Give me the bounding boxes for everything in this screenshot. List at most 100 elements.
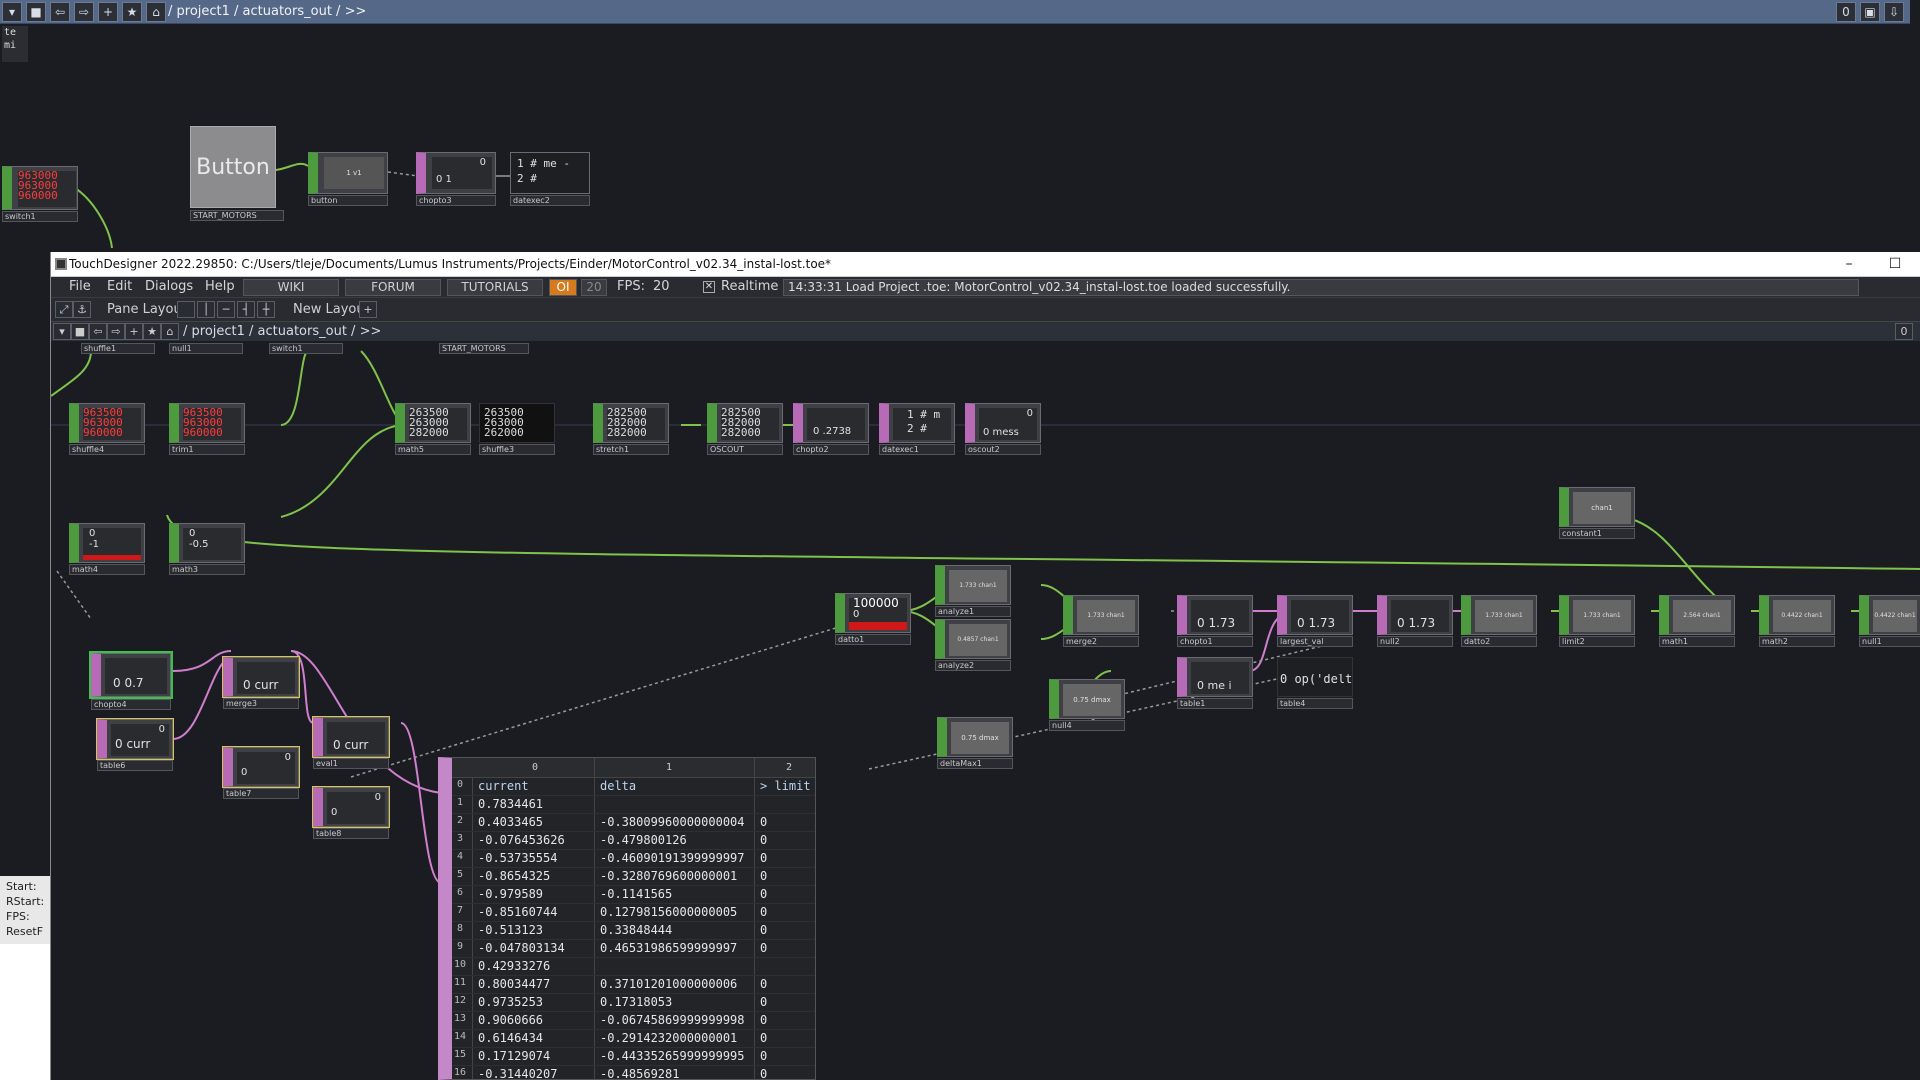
table-row[interactable]: 2 0.4033465 -0.38009960000000004 0 xyxy=(452,814,815,832)
stretch1-label: stretch1 xyxy=(593,444,669,455)
cell-limit: > limit xyxy=(760,779,811,793)
table-row[interactable]: 15 0.17129074 -0.44335265999999995 0 xyxy=(452,1048,815,1066)
layout-split-v-icon[interactable]: │ xyxy=(197,301,215,318)
chopto2-label: chopto2 xyxy=(793,444,869,455)
shuffle1-label: shuffle1 xyxy=(81,343,155,354)
cell-delta: -0.479800126 xyxy=(600,833,687,847)
datto1-label: datto1 xyxy=(835,634,911,645)
tutorials-button[interactable]: TUTORIALS xyxy=(447,279,543,296)
datexec2-label: datexec2 xyxy=(510,195,590,206)
pane-link-icon[interactable]: ⚓ xyxy=(73,301,91,318)
merge2-view: 1.733 chan1 xyxy=(1077,600,1135,632)
cell-current: 0.80034477 xyxy=(478,977,551,991)
cell-delta: 0.17318053 xyxy=(600,995,673,1009)
path-star-icon[interactable]: ★ xyxy=(143,323,161,340)
table-row[interactable]: 0 current delta > limit xyxy=(452,778,815,796)
menu-help[interactable]: Help xyxy=(205,279,235,294)
menu-file[interactable]: File xyxy=(69,279,91,294)
table4-view: 0 op('delt xyxy=(1280,674,1352,690)
switch1-label: switch1 xyxy=(2,211,78,222)
merge2-label: merge2 xyxy=(1063,636,1139,647)
path-home-icon[interactable]: ⌂ xyxy=(161,323,179,340)
table-row[interactable]: 9 -0.047803134 0.46531986599999997 0 xyxy=(452,940,815,958)
cell-delta: -0.44335265999999995 xyxy=(600,1049,745,1063)
cell-delta: -0.46090191399999997 xyxy=(600,851,745,865)
table-row[interactable]: 10 0.42933276 xyxy=(452,958,815,976)
rstart-label: RStart: xyxy=(6,895,45,908)
start-motors-button[interactable]: Button xyxy=(190,126,276,208)
table-row[interactable]: 3 -0.076453626 -0.479800126 0 xyxy=(452,832,815,850)
row-number: 6 xyxy=(456,887,464,898)
pane-bar: ⤢ ⚓ Pane Layout │ ─ ┤ ┼ New Layout + xyxy=(51,297,1920,321)
oscout-label: OSCOUT xyxy=(707,444,783,455)
white-panel xyxy=(0,944,52,1080)
cell-delta: 0.12798156000000005 xyxy=(600,905,738,919)
cell-delta: -0.1141565 xyxy=(600,887,673,901)
table6-label: table6 xyxy=(97,760,173,771)
path-add-icon[interactable]: + xyxy=(125,323,143,340)
cell-delta: -0.48569281 xyxy=(600,1067,680,1080)
chopto3-val: 0 xyxy=(479,157,486,168)
layout-three-icon[interactable]: ┤ xyxy=(237,301,255,318)
network-path-text[interactable]: / project1 / actuators_out / >> xyxy=(183,324,381,339)
eval1-label: eval1 xyxy=(313,758,389,769)
math5-val-3: 282000 xyxy=(409,426,449,439)
cell-delta: -0.38009960000000004 xyxy=(600,815,745,829)
table-column-headers: 0 1 2 xyxy=(452,758,815,778)
table-row[interactable]: 13 0.9060666 -0.06745869999999998 0 xyxy=(452,1012,815,1030)
table-row[interactable]: 14 0.6146434 -0.2914232000000001 0 xyxy=(452,1030,815,1048)
table-row[interactable]: 8 -0.513123 0.33848444 0 xyxy=(452,922,815,940)
math2-label: math2 xyxy=(1759,636,1835,647)
datexec2-line-1: 1 # me - xyxy=(517,157,570,170)
datto1-val: 100000 xyxy=(853,598,899,610)
window-title: TouchDesigner 2022.29850: C:/Users/tleje… xyxy=(69,257,832,271)
chopto4-view: 0 0.7 xyxy=(105,658,167,694)
row-number: 3 xyxy=(456,833,464,844)
row-number: 0 xyxy=(456,779,464,790)
cell-limit: 0 xyxy=(760,1031,768,1045)
path-forward-icon[interactable]: ⇨ xyxy=(107,323,125,340)
table-row[interactable]: 1 0.7834461 xyxy=(452,796,815,814)
shuffle4-label: shuffle4 xyxy=(69,444,145,455)
minimize-button[interactable]: – xyxy=(1829,252,1869,277)
menu-dialogs[interactable]: Dialogs xyxy=(145,279,193,294)
table-row[interactable]: 16 -0.31440207 -0.48569281 0 xyxy=(452,1066,815,1080)
row-number: 16 xyxy=(453,1067,467,1078)
realtime-checkbox[interactable]: ✕ xyxy=(703,281,715,293)
cell-delta: -0.3280769600000001 xyxy=(600,869,738,883)
path-stop-icon[interactable]: ■ xyxy=(71,323,89,340)
forum-button[interactable]: FORUM xyxy=(345,279,441,296)
menu-edit[interactable]: Edit xyxy=(107,279,132,294)
switch1-top-label: switch1 xyxy=(269,343,343,354)
table-row[interactable]: 5 -0.8654325 -0.3280769600000001 0 xyxy=(452,868,815,886)
datexec1-label: datexec1 xyxy=(879,444,955,455)
table-row[interactable]: 7 -0.85160744 0.12798156000000005 0 xyxy=(452,904,815,922)
table-row[interactable]: 4 -0.53735554 -0.46090191399999997 0 xyxy=(452,850,815,868)
path-collapse-icon[interactable]: ▾ xyxy=(53,323,71,340)
eval1-view: 0 curr xyxy=(327,722,385,754)
oi-button[interactable]: OI xyxy=(549,279,577,296)
table-viewer[interactable]: 0 1 2 0 current delta > limit 1 0.7834461 2 0.4… xyxy=(438,757,816,1080)
wiki-button[interactable]: WIKI xyxy=(243,279,339,296)
math4-val-2: -1 xyxy=(89,539,99,550)
cell-current: 0.6146434 xyxy=(478,1031,544,1045)
analyze2-label: analyze2 xyxy=(935,660,1011,671)
null2-view: 0 1.73 xyxy=(1391,600,1449,632)
path-back-icon[interactable]: ⇦ xyxy=(89,323,107,340)
new-layout-button[interactable]: + xyxy=(359,301,377,318)
network-editor[interactable]: shuffle1 null1 switch1 START_MOTORS 9 6 3 5… xyxy=(51,341,1920,1080)
table-row[interactable]: 11 0.80034477 0.37101201000000006 0 xyxy=(452,976,815,994)
layout-quad-icon[interactable]: ┼ xyxy=(257,301,275,318)
table-row[interactable]: 6 -0.979589 -0.1141565 0 xyxy=(452,886,815,904)
table-row[interactable]: 12 0.9735253 0.17318053 0 xyxy=(452,994,815,1012)
pane-expand-icon[interactable]: ⤢ xyxy=(55,301,73,318)
analyze2-view: 0.4857 chan1 xyxy=(949,624,1007,656)
cell-limit: 0 xyxy=(760,977,768,991)
realtime-label: Realtime xyxy=(721,279,779,294)
deltamax1-label: deltaMax1 xyxy=(937,758,1013,769)
layout-single-icon[interactable] xyxy=(177,301,195,318)
trim1-val-3: 960000 xyxy=(183,426,223,439)
layout-split-h-icon[interactable]: ─ xyxy=(217,301,235,318)
stretch1-val-3: 282000 xyxy=(607,426,647,439)
maximize-button[interactable]: ☐ xyxy=(1875,252,1915,277)
